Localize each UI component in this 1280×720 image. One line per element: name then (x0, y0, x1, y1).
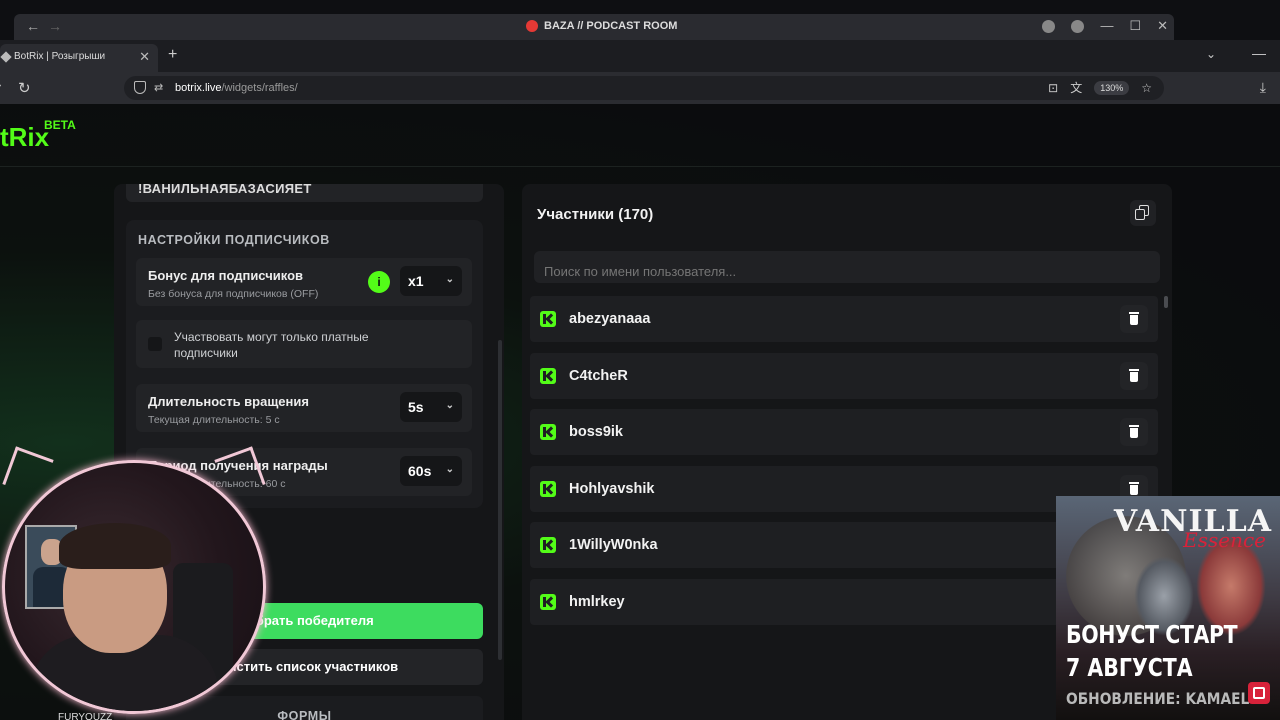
ad-brand-script: Essence (1183, 528, 1266, 552)
tab-list-chevron-icon[interactable]: ⌄ (1206, 47, 1216, 61)
window-title: BAZA // PODCAST ROOM (526, 20, 677, 32)
forward-icon[interactable]: › (0, 80, 1, 91)
setting-label: Длительность вращения (148, 394, 309, 409)
header-divider (0, 166, 1280, 167)
close-tab-icon[interactable]: ✕ (139, 49, 150, 65)
raffle-command-field[interactable]: !ВАНИЛЬНАЯБАЗАСИЯЕТ (126, 184, 483, 202)
new-tab-button[interactable]: + (168, 46, 177, 64)
participant-row[interactable]: abezyanaaa (530, 296, 1158, 342)
trash-icon[interactable] (1120, 361, 1148, 390)
checkbox-label: Участвовать могут только платные подписч… (174, 330, 369, 360)
zoom-indicator[interactable]: 130% (1094, 80, 1130, 95)
participant-row[interactable]: boss9ik (530, 409, 1158, 455)
site-settings-icon[interactable]: ⇄ (154, 81, 163, 94)
address-actions: ⊡ 文 130% ☆ (1048, 79, 1152, 96)
vanilla-essence-ad: VANILLA Essence БОНУСТ СТАРТ 7 АВГУСТА О… (1056, 496, 1280, 720)
browser-tab[interactable]: BotRix | Розыгрыши ✕ (0, 44, 158, 72)
webcam-label: FURYQUZZ (58, 712, 113, 720)
participant-name: Hohlyavshik (569, 480, 655, 497)
kick-icon (540, 593, 556, 610)
bookmark-star-icon[interactable]: ☆ (1141, 81, 1152, 95)
chevron-down-icon: ⌄ (445, 400, 454, 411)
install-app-icon[interactable]: ⊡ (1048, 81, 1058, 95)
inbox-icon[interactable] (1042, 20, 1056, 33)
address-row: › ↻ ⇄ botrix.live/widgets/raffles/ ⊡ 文 1… (0, 72, 1280, 104)
kick-icon (540, 311, 556, 327)
copy-list-button[interactable] (1130, 200, 1156, 226)
minimize-icon[interactable]: — (1100, 18, 1113, 34)
kick-icon (540, 480, 556, 497)
back-arrow-icon[interactable]: ← (26, 18, 40, 34)
forward-arrow-icon[interactable]: → (48, 18, 62, 34)
calendar-icon (1248, 682, 1270, 704)
translate-icon[interactable]: 文 (1070, 79, 1082, 96)
cat-ear-decoration (2, 446, 54, 498)
window-nav: ← → (26, 18, 70, 34)
participant-row[interactable]: C4tcheR (530, 352, 1158, 399)
window-controls: — ☐ ✕ (1042, 18, 1168, 34)
window-titlebar: ← → BAZA // PODCAST ROOM — ☐ ✕ (14, 14, 1174, 40)
paid-subscribers-only-option[interactable]: Участвовать могут только платные подписч… (136, 320, 472, 368)
botrix-favicon-icon (0, 51, 12, 63)
maximize-icon[interactable]: ☐ (1129, 18, 1141, 34)
site-security-icon[interactable] (134, 81, 146, 94)
download-icon[interactable]: ⤓ (1260, 79, 1266, 96)
participant-search-input[interactable] (534, 251, 1160, 283)
ad-update: ОБНОВЛЕНИЕ: KAMAEL (1066, 689, 1250, 708)
participant-name: 1WillyW0nka (569, 537, 658, 553)
webcam-overlay: FURYQUZZ (0, 446, 270, 720)
setting-description: Без бонуса для подписчиков (OFF) (148, 288, 319, 300)
help-icon[interactable] (1071, 20, 1085, 33)
spin-duration-select[interactable]: 5s ⌄ (400, 392, 462, 422)
botrix-logo[interactable]: tRix BETA (0, 118, 76, 153)
kick-icon (540, 424, 556, 440)
cat-ear-decoration (214, 446, 266, 498)
address-bar[interactable]: ⇄ botrix.live/widgets/raffles/ ⊡ 文 130% … (124, 76, 1164, 100)
participant-name: boss9ik (569, 424, 623, 440)
chevron-down-icon: ⌄ (445, 274, 454, 285)
setting-label: Бонус для подписчиков (148, 268, 304, 283)
url-text[interactable]: botrix.live/widgets/raffles/ (175, 82, 298, 94)
streamer-hair (59, 523, 171, 569)
participants-title: Участники (170) (537, 206, 654, 223)
ad-date: 7 АВГУСТА (1066, 653, 1193, 682)
reward-period-select[interactable]: 60s ⌄ (400, 456, 462, 486)
beta-badge: BETA (44, 118, 76, 132)
spin-duration-setting: Длительность вращения Текущая длительнос… (136, 384, 472, 432)
section-title: НАСТРОЙКИ ПОДПИСЧИКОВ (138, 233, 330, 247)
participant-list-scrollbar[interactable] (1164, 296, 1168, 308)
chevron-down-icon: ⌄ (445, 464, 454, 475)
kick-icon (540, 537, 556, 553)
paid-only-checkbox[interactable] (148, 337, 162, 351)
trash-icon[interactable] (1120, 305, 1148, 333)
participant-name: C4tcheR (569, 367, 628, 384)
subscriber-bonus-setting: Бонус для подписчиков Без бонуса для под… (136, 258, 472, 306)
record-icon (526, 20, 538, 32)
window-minimize-icon[interactable]: — (1252, 45, 1266, 61)
subscriber-bonus-select[interactable]: x1 ⌄ (400, 266, 462, 296)
info-icon[interactable]: i (368, 271, 390, 293)
participant-name: abezyanaaa (569, 311, 651, 327)
left-panel-scrollbar[interactable] (498, 340, 502, 660)
participant-name: hmlrkey (569, 593, 625, 610)
trash-icon[interactable] (1120, 418, 1148, 446)
webcam-feed (2, 460, 266, 714)
copy-icon-back (1135, 209, 1145, 220)
setting-description: Текущая длительность: 5 с (148, 414, 280, 426)
reload-icon[interactable]: ↻ (18, 79, 31, 97)
ad-headline: БОНУСТ СТАРТ (1066, 620, 1238, 649)
tab-strip: BotRix | Розыгрыши ✕ + ⌄ — (0, 40, 1280, 72)
close-window-icon[interactable]: ✕ (1157, 18, 1168, 34)
kick-icon (540, 367, 556, 384)
